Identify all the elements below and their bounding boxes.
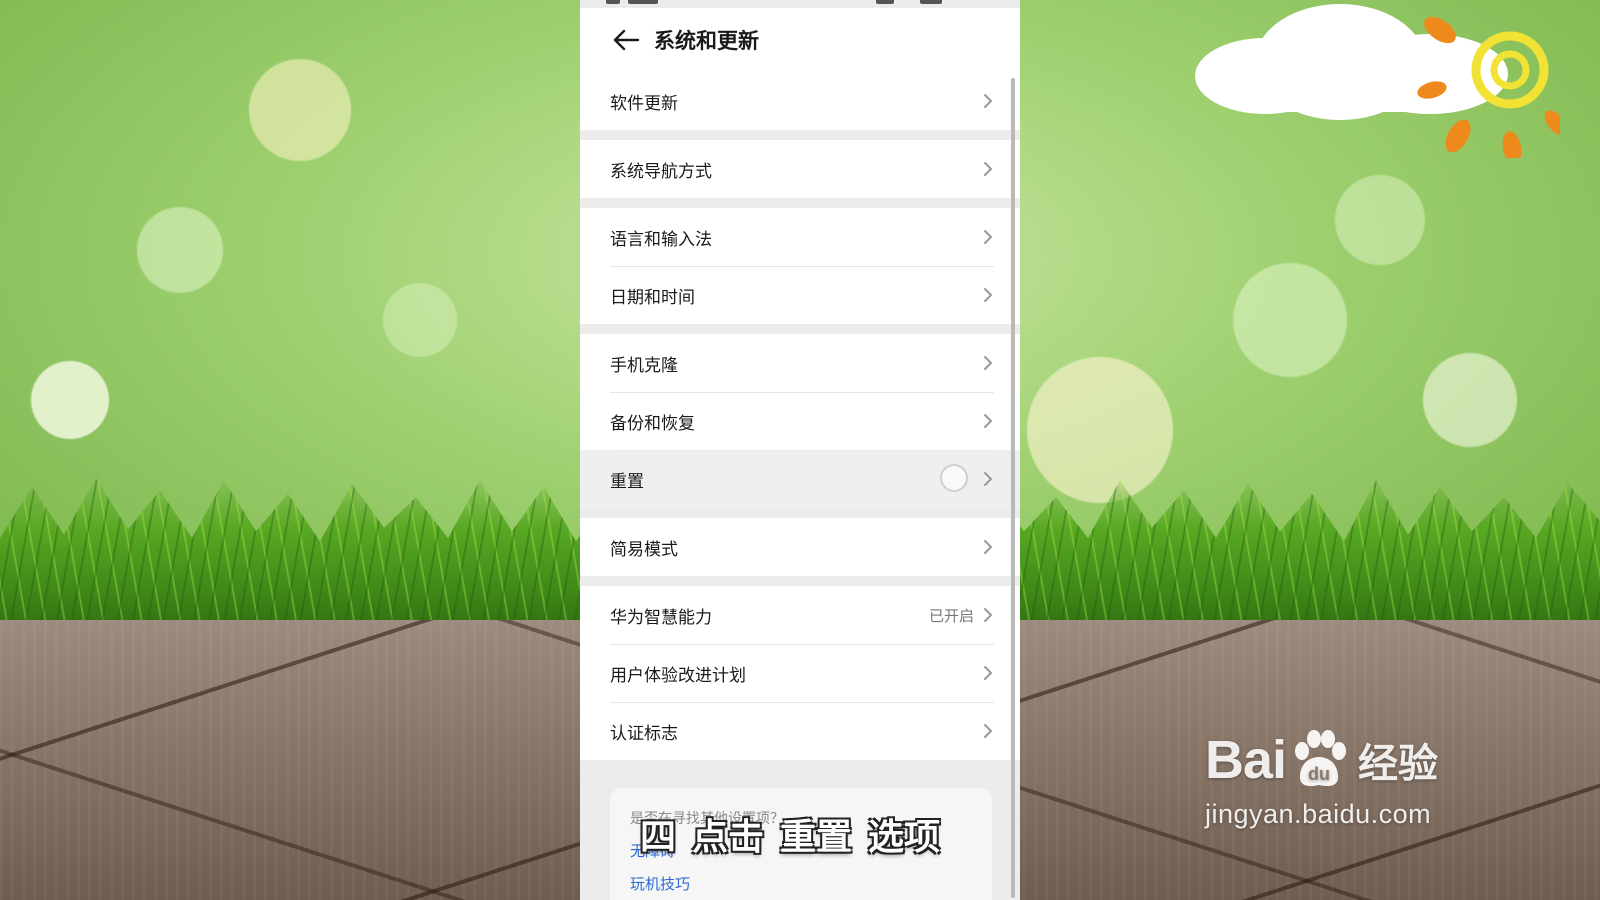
settings-group: 手机克隆 备份和恢复 重置 xyxy=(580,334,1020,508)
chevron-right-icon xyxy=(984,666,992,680)
caption-word: 重置 xyxy=(780,817,853,858)
settings-item-label: 软件更新 xyxy=(610,93,678,114)
caption-step: 四 xyxy=(640,817,677,858)
paw-icon: du xyxy=(1295,730,1347,787)
status-icon xyxy=(876,0,894,4)
chevron-right-icon xyxy=(984,724,992,738)
settings-group: 语言和输入法 日期和时间 xyxy=(580,208,1020,324)
settings-item-simple-mode[interactable]: 简易模式 xyxy=(580,518,1020,576)
back-button[interactable] xyxy=(604,18,648,62)
settings-item-huawei-ai[interactable]: 华为智慧能力 已开启 xyxy=(580,586,1020,644)
settings-item-label: 备份和恢复 xyxy=(610,413,695,434)
title-bar: 系统和更新 xyxy=(580,8,1020,72)
svg-text:du: du xyxy=(1308,764,1330,784)
status-icon xyxy=(628,0,658,4)
settings-item-label: 用户体验改进计划 xyxy=(610,665,746,686)
settings-item-label: 系统导航方式 xyxy=(610,161,712,182)
chevron-right-icon xyxy=(984,472,992,486)
settings-item-label: 认证标志 xyxy=(610,723,678,744)
scrollbar[interactable] xyxy=(1011,78,1015,898)
chevron-right-icon xyxy=(984,414,992,428)
settings-group: 简易模式 xyxy=(580,518,1020,576)
watermark-logo-text: Bai xyxy=(1205,730,1287,790)
suggestion-link-tips[interactable]: 玩机技巧 xyxy=(630,873,972,894)
settings-item-reset[interactable]: 重置 xyxy=(580,450,1020,508)
chevron-right-icon xyxy=(984,288,992,302)
settings-item-navigation[interactable]: 系统导航方式 xyxy=(580,140,1020,198)
settings-item-software-update[interactable]: 软件更新 xyxy=(580,72,1020,130)
battery-icon xyxy=(920,0,942,4)
settings-group: 华为智慧能力 已开启 用户体验改进计划 认证标志 xyxy=(580,586,1020,760)
status-bar xyxy=(580,0,1020,6)
settings-item-label: 日期和时间 xyxy=(610,287,695,308)
sun-icon xyxy=(1417,16,1560,158)
page-title: 系统和更新 xyxy=(654,29,759,53)
settings-item-label: 简易模式 xyxy=(610,539,678,560)
settings-item-label: 华为智慧能力 xyxy=(610,607,712,628)
settings-item-label: 语言和输入法 xyxy=(610,229,712,250)
chevron-right-icon xyxy=(984,608,992,622)
phone-screen: 系统和更新 软件更新 系统导航方式 语言和输入法 日期和时间 手机克隆 备份和恢… xyxy=(580,0,1020,900)
watermark-logo-suffix: 经验 xyxy=(1358,741,1439,787)
caption-word: 点击 xyxy=(692,817,765,858)
settings-group: 软件更新 xyxy=(580,72,1020,130)
settings-item-language[interactable]: 语言和输入法 xyxy=(580,208,1020,266)
status-icon xyxy=(606,0,620,4)
settings-group: 系统导航方式 xyxy=(580,140,1020,198)
chevron-right-icon xyxy=(984,356,992,370)
settings-item-label: 重置 xyxy=(610,471,644,492)
settings-item-date-time[interactable]: 日期和时间 xyxy=(580,266,1020,324)
baidu-jingyan-watermark: Bai du 经验 jingyan.baidu.com xyxy=(1205,725,1495,830)
watermark-logo: Bai du 经验 xyxy=(1205,725,1495,795)
settings-item-ux-program[interactable]: 用户体验改进计划 xyxy=(580,644,1020,702)
settings-item-backup-restore[interactable]: 备份和恢复 xyxy=(580,392,1020,450)
settings-item-phone-clone[interactable]: 手机克隆 xyxy=(580,334,1020,392)
settings-item-certification[interactable]: 认证标志 xyxy=(580,702,1020,760)
settings-list: 软件更新 系统导航方式 语言和输入法 日期和时间 手机克隆 备份和恢复 重置 简… xyxy=(580,72,1020,770)
chevron-right-icon xyxy=(984,162,992,176)
chevron-right-icon xyxy=(984,230,992,244)
back-arrow-icon xyxy=(613,29,640,51)
settings-item-status: 已开启 xyxy=(928,606,974,625)
chevron-right-icon xyxy=(984,540,992,554)
watermark-url: jingyan.baidu.com xyxy=(1205,799,1432,829)
tap-indicator xyxy=(940,464,968,492)
tutorial-caption: 四 点击 重置 选项 xyxy=(640,808,940,860)
caption-word: 选项 xyxy=(868,817,941,858)
chevron-right-icon xyxy=(984,94,992,108)
settings-item-label: 手机克隆 xyxy=(610,355,678,376)
